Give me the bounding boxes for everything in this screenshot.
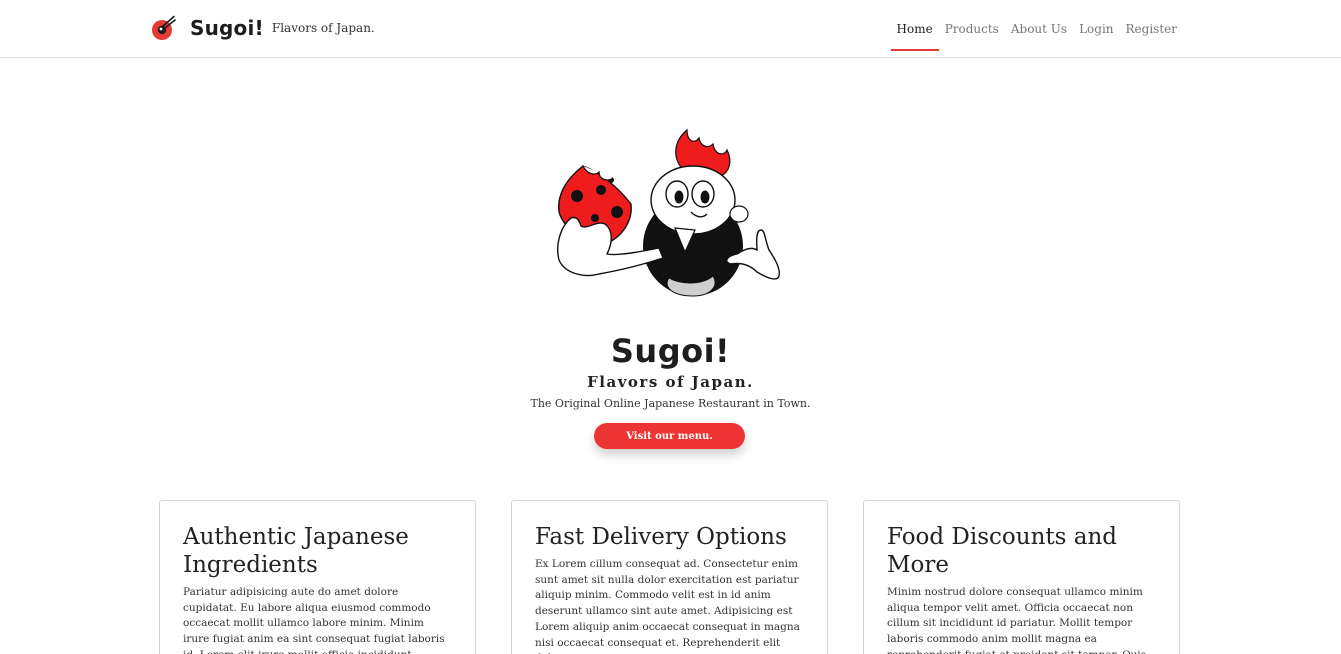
bowl-chopsticks-icon [152,15,176,40]
card-title: Authentic Japanese Ingredients [183,524,409,578]
nav-about-us[interactable]: About Us [1005,7,1073,51]
card-body: Minim nostrud dolore consequat ullamco m… [887,586,1146,654]
nav-login[interactable]: Login [1073,7,1119,51]
card-body: Ex Lorem cillum consequat ad. Consectetu… [535,558,800,654]
feature-card-delivery: Fast Delivery Options Ex Lorem cillum co… [511,500,828,654]
brand-name[interactable]: Sugoi! [190,16,264,40]
hero-description: The Original Online Japanese Restaurant … [530,397,811,410]
card-title: Food Discounts and More [887,524,1117,578]
hero-subtitle: Flavors of Japan. [587,373,754,391]
brand[interactable]: Sugoi! Flavors of Japan. [150,14,375,42]
card-body: Pariatur adipisicing aute do amet dolore… [183,586,445,654]
card-title: Fast Delivery Options [535,524,787,550]
nav-products[interactable]: Products [939,7,1005,51]
feature-card-ingredients: Authentic Japanese Ingredients Pariatur … [159,500,476,654]
main-nav: Home Products About Us Login Register [890,0,1183,58]
visit-menu-button[interactable]: Visit our menu. [594,423,745,449]
navbar: Sugoi! Flavors of Japan. Home Products A… [0,0,1341,58]
brand-tagline: Flavors of Japan. [271,21,375,35]
feature-card-discounts: Food Discounts and More Minim nostrud do… [863,500,1180,654]
nav-register[interactable]: Register [1120,7,1183,51]
hero-title: Sugoi! [610,332,731,370]
mascot-eating-icon [557,128,781,297]
nav-home[interactable]: Home [890,7,939,51]
